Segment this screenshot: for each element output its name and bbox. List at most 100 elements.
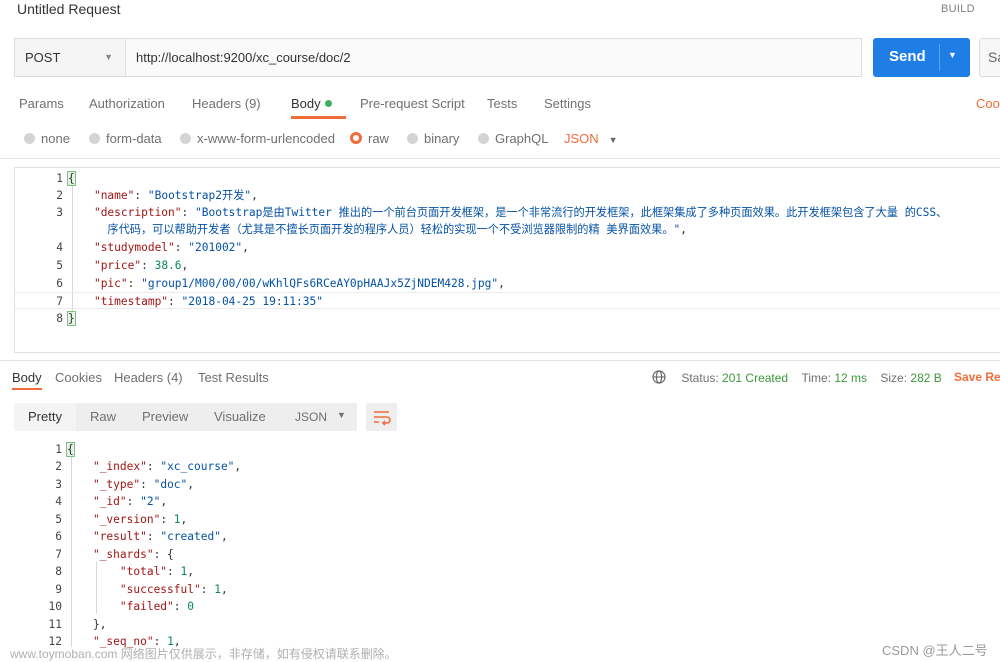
brace-close: } — [67, 311, 76, 326]
tab-headers[interactable]: Headers (9) — [192, 96, 261, 111]
json-value: 1 — [173, 513, 181, 526]
line-number: 2 — [56, 189, 63, 202]
tab-params[interactable]: Params — [19, 96, 64, 111]
line-number: 3 — [55, 478, 62, 491]
radio-urlencoded-label: x-www-form-urlencoded — [197, 131, 335, 146]
url-bar: POST ▼ http://localhost:9200/xc_course/d… — [14, 38, 862, 77]
radio-graphql-icon — [478, 133, 489, 144]
line-number: 7 — [55, 548, 62, 561]
tab-prerequest-script[interactable]: Pre-request Script — [360, 96, 465, 111]
json-value: 1 — [214, 583, 221, 596]
cookies-link[interactable]: Cooki — [976, 96, 1000, 111]
globe-icon[interactable] — [652, 370, 666, 384]
radio-form-data[interactable]: form-data — [89, 131, 162, 146]
json-key: "_shards" — [92, 548, 154, 561]
body-active-dot-icon — [324, 100, 332, 107]
response-status-bar: Status: 201 Created Time: 12 ms Size: 28… — [652, 370, 942, 385]
body-format-select[interactable]: JSON ▼ — [564, 131, 618, 146]
view-preview[interactable]: Preview — [142, 409, 188, 424]
json-key: "result" — [92, 530, 147, 543]
request-title[interactable]: Untitled Request — [17, 1, 121, 17]
line-number: 5 — [55, 513, 62, 526]
radio-graphql[interactable]: GraphQL — [478, 131, 548, 146]
radio-urlencoded-icon — [180, 133, 191, 144]
json-value: "doc" — [153, 478, 188, 491]
line-number: 8 — [55, 565, 62, 578]
save-button[interactable]: Sa — [979, 38, 1000, 77]
radio-form-data-label: form-data — [106, 131, 162, 146]
build-button[interactable]: BUILD — [941, 3, 975, 15]
radio-none-icon — [24, 133, 35, 144]
time-value: 12 ms — [834, 371, 868, 385]
radio-binary[interactable]: binary — [407, 131, 459, 146]
resp-tab-body[interactable]: Body — [12, 370, 42, 385]
tab-body[interactable]: Body — [291, 96, 332, 111]
json-key: "_id" — [92, 495, 127, 508]
response-body-viewer[interactable]: 1{ 2 "_index": "xc_course", 3 "_type": "… — [14, 440, 1000, 650]
view-pretty[interactable]: Pretty — [28, 409, 62, 424]
tab-tests[interactable]: Tests — [487, 96, 517, 111]
divider — [0, 158, 1000, 159]
send-divider — [939, 44, 940, 71]
json-value: 38.6 — [154, 259, 182, 272]
send-button[interactable]: Send ▼ — [873, 38, 970, 77]
response-view-mode: Pretty Raw Preview Visualize — [14, 403, 304, 431]
radio-graphql-label: GraphQL — [495, 131, 549, 146]
status-value: 201 Created — [722, 371, 789, 385]
radio-raw[interactable]: raw — [350, 131, 389, 146]
resp-tab-cookies[interactable]: Cookies — [55, 370, 102, 385]
view-visualize[interactable]: Visualize — [214, 409, 266, 424]
view-raw[interactable]: Raw — [90, 409, 116, 424]
watermark-text: www.toymoban.com 网络图片仅供展示，非存储，如有侵权请联系删除。 — [10, 647, 397, 661]
chevron-down-icon: ▼ — [608, 135, 618, 145]
json-key: "total" — [119, 565, 168, 578]
line-number: 6 — [56, 277, 63, 290]
url-input[interactable]: http://localhost:9200/xc_course/doc/2 — [136, 39, 351, 76]
tab-body-label: Body — [291, 96, 321, 111]
json-value: "group1/M00/00/00/wKhlQFs6RCeAY0pHAAJx5Z… — [141, 277, 499, 290]
request-body-editor[interactable]: 1{ 2 "name": "Bootstrap2开发", 3 "descript… — [14, 167, 1000, 353]
line-number: 2 — [55, 460, 62, 473]
author-credit: CSDN @王人二号 — [882, 643, 988, 658]
line-number: 10 — [48, 600, 62, 613]
line-number: 8 — [56, 312, 63, 325]
chevron-down-icon: ▼ — [104, 52, 113, 62]
radio-none[interactable]: none — [24, 131, 70, 146]
tab-authorization[interactable]: Authorization — [89, 96, 165, 111]
line-number: 4 — [56, 241, 63, 254]
size-value: 282 B — [910, 371, 942, 385]
response-format-select[interactable]: JSON ▼ — [285, 403, 357, 431]
send-options-chevron-icon[interactable]: ▼ — [948, 50, 957, 60]
json-key: "name" — [93, 189, 135, 202]
method-select[interactable]: POST ▼ — [15, 39, 126, 76]
json-key: "successful" — [119, 583, 201, 596]
line-number: 1 — [55, 443, 62, 456]
line-number: 9 — [55, 583, 62, 596]
tab-settings[interactable]: Settings — [544, 96, 591, 111]
resp-tab-headers[interactable]: Headers (4) — [114, 370, 183, 385]
json-key: "_version" — [92, 513, 161, 526]
json-value: "Bootstrap是由Twitter 推出的一个前台页面开发框架，是一个非常流… — [195, 206, 948, 219]
json-key: "studymodel" — [93, 241, 175, 254]
time-label: Time: — [801, 371, 831, 385]
json-key: "description" — [93, 206, 182, 219]
json-key: "pic" — [93, 277, 128, 290]
save-label: Sa — [988, 49, 1000, 65]
active-response-tab-underline — [12, 388, 42, 390]
json-value-continued: 序代码，可以帮助开发者（尤其是不擅长页面开发的程序人员）轻松的实现一个不受浏览器… — [107, 223, 681, 236]
json-value: 1 — [180, 565, 188, 578]
radio-urlencoded[interactable]: x-www-form-urlencoded — [180, 131, 335, 146]
json-value: "2" — [140, 495, 161, 508]
brace-close: }, — [92, 618, 107, 631]
wrap-lines-button[interactable] — [366, 403, 397, 431]
response-format-label: JSON — [295, 410, 328, 424]
line-number: 7 — [56, 295, 63, 308]
radio-binary-label: binary — [424, 131, 460, 146]
radio-raw-selected-icon — [350, 132, 362, 144]
save-response-button[interactable]: Save Res — [954, 370, 1000, 384]
resp-tab-test-results[interactable]: Test Results — [198, 370, 269, 385]
json-key: "price" — [93, 259, 142, 272]
json-value: "created" — [160, 530, 221, 543]
line-number: 6 — [55, 530, 62, 543]
radio-raw-label: raw — [368, 131, 389, 146]
